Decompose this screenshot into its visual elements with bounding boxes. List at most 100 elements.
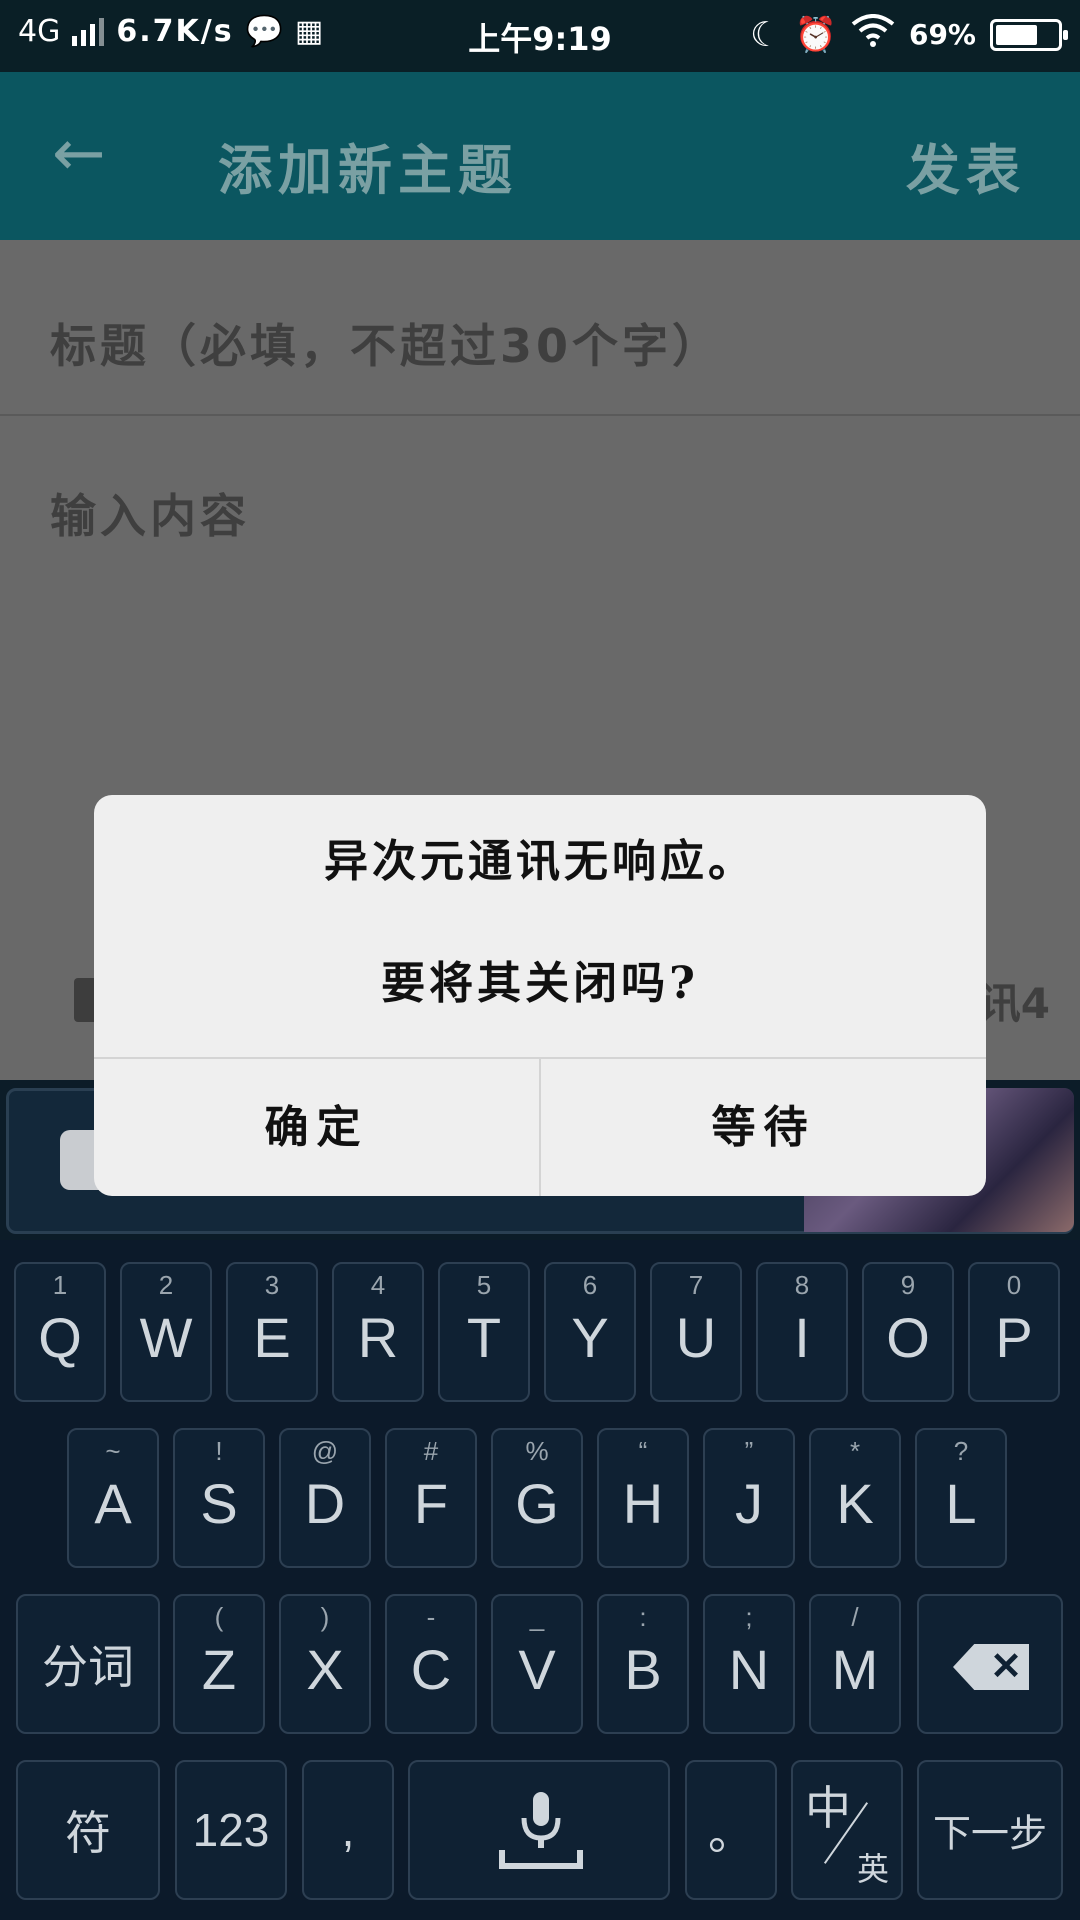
key-label: G — [515, 1472, 559, 1535]
key-label: J — [735, 1472, 763, 1535]
key-sub-label: ? — [953, 1436, 969, 1466]
wait-button[interactable]: 等待 — [541, 1059, 986, 1196]
key-a[interactable]: ~ A — [67, 1428, 159, 1568]
publish-button[interactable]: 发表 — [906, 126, 1026, 205]
key-sub-label: : — [639, 1602, 647, 1632]
key-o[interactable]: 9O — [862, 1262, 954, 1402]
app-bar: ← 添加新主题 发表 — [0, 72, 1080, 240]
key-l[interactable]: ? L — [915, 1428, 1007, 1568]
key-m[interactable]: / M — [809, 1594, 901, 1734]
key-sub-label: 6 — [582, 1270, 598, 1300]
key-label: 。 — [708, 1807, 754, 1859]
key-label: 123 — [192, 1804, 270, 1856]
key-c[interactable]: -C — [385, 1594, 477, 1734]
key-label: D — [304, 1472, 346, 1535]
comma-key[interactable]: , — [302, 1760, 394, 1900]
key-f[interactable]: # F — [385, 1428, 477, 1568]
period-key[interactable]: 。 — [685, 1760, 777, 1900]
key-label: , — [341, 1804, 355, 1856]
key-sub-label: % — [525, 1436, 549, 1466]
key-e[interactable]: 3E — [226, 1262, 318, 1402]
battery-icon — [990, 18, 1068, 51]
key-s[interactable]: ! S — [173, 1428, 265, 1568]
key-i[interactable]: 8I — [756, 1262, 848, 1402]
dialog-message: 异次元通讯无响应。 — [324, 836, 756, 887]
key-label: X — [306, 1638, 344, 1701]
key-u[interactable]: 7U — [650, 1262, 742, 1402]
key-sub-label: ( — [214, 1602, 224, 1632]
numbers-key[interactable]: 123 — [175, 1760, 287, 1900]
key-p[interactable]: 0P — [968, 1262, 1060, 1402]
key-sub-label: ) — [320, 1602, 330, 1632]
key-sub-label: # — [423, 1436, 439, 1466]
board-label: 讯4 — [978, 979, 1050, 1028]
key-label: F — [413, 1472, 449, 1535]
space-key[interactable] — [408, 1760, 670, 1900]
next-step-key[interactable]: 下一步 — [917, 1760, 1063, 1900]
dialog-question: 要将其关闭吗? — [381, 958, 699, 1009]
key-label: M — [831, 1638, 879, 1701]
mic-icon — [496, 1784, 586, 1879]
key-v[interactable]: _ V — [491, 1594, 583, 1734]
title-input[interactable]: 标题（必填，不超过30个字） — [0, 240, 1080, 416]
alarm-icon: ⏰ — [794, 14, 837, 55]
key-y[interactable]: 6Y — [544, 1262, 636, 1402]
content-placeholder: 输入内容 — [50, 489, 250, 543]
anr-dialog: 异次元通讯无响应。 要将其关闭吗? 确定 等待 — [94, 795, 986, 1196]
key-sub-label: _ — [529, 1602, 545, 1632]
key-sub-label: - — [426, 1602, 436, 1632]
key-b[interactable]: :B — [597, 1594, 689, 1734]
key-label: B — [624, 1638, 662, 1701]
key-q[interactable]: 1Q — [14, 1262, 106, 1402]
key-label: 分词 — [42, 1641, 134, 1693]
key-label: H — [622, 1472, 664, 1535]
language-switch-key[interactable]: 中英 — [791, 1760, 903, 1900]
key-sub-label: “ — [638, 1436, 648, 1466]
key-label: T — [466, 1306, 502, 1369]
key-segment[interactable]: 分词 — [16, 1594, 160, 1734]
key-n[interactable]: ; N — [703, 1594, 795, 1734]
back-arrow-icon[interactable]: ← — [52, 122, 116, 190]
soft-keyboard: 1 Q 2 W 3 E 4 R 5 T 6 Y 7 U 8 I 9 O 0 P ~ A! S @ D # F% G “H” J * K? L 分词… — [0, 1240, 1080, 1920]
key-label: O — [886, 1306, 930, 1369]
key-h[interactable]: “H — [597, 1428, 689, 1568]
key-sub-label: 1 — [52, 1270, 68, 1300]
key-label: S — [200, 1472, 238, 1535]
key-label: 符 — [65, 1807, 111, 1859]
moon-icon: ☾ — [750, 14, 781, 55]
key-label: V — [518, 1638, 556, 1701]
key-k[interactable]: * K — [809, 1428, 901, 1568]
key-sub-label: * — [849, 1436, 861, 1466]
symbol-key[interactable]: 符 — [16, 1760, 160, 1900]
key-z[interactable]: (Z — [173, 1594, 265, 1734]
key-d[interactable]: @ D — [279, 1428, 371, 1568]
key-j[interactable]: ” J — [703, 1428, 795, 1568]
key-g[interactable]: % G — [491, 1428, 583, 1568]
key-sub-label: ” — [744, 1436, 754, 1466]
key-label: A — [94, 1472, 132, 1535]
key-label: Z — [201, 1638, 237, 1701]
key-r[interactable]: 4R — [332, 1262, 424, 1402]
key-sub-label: 5 — [476, 1270, 492, 1300]
key-sub-label: @ — [311, 1436, 339, 1466]
title-placeholder: 标题（必填，不超过30个字） — [50, 319, 723, 373]
delete-x-icon: ✕ — [990, 1646, 1022, 1688]
key-label: L — [945, 1472, 977, 1535]
key-label: Y — [571, 1306, 609, 1369]
key-x[interactable]: ) X — [279, 1594, 371, 1734]
key-label: R — [357, 1306, 399, 1369]
wifi-icon — [851, 14, 895, 55]
key-w[interactable]: 2W — [120, 1262, 212, 1402]
key-label: N — [728, 1638, 770, 1701]
key-label: U — [675, 1306, 717, 1369]
key-label: I — [794, 1306, 810, 1369]
confirm-button[interactable]: 确定 — [94, 1059, 539, 1196]
key-sub-label: ~ — [105, 1436, 121, 1466]
key-label: Q — [38, 1306, 82, 1369]
key-t[interactable]: 5T — [438, 1262, 530, 1402]
delete-key[interactable]: ✕ — [917, 1594, 1063, 1734]
key-label: K — [836, 1472, 874, 1535]
key-sub-label: ! — [215, 1436, 223, 1466]
key-sub-label: 7 — [688, 1270, 704, 1300]
key-label: C — [410, 1638, 452, 1701]
